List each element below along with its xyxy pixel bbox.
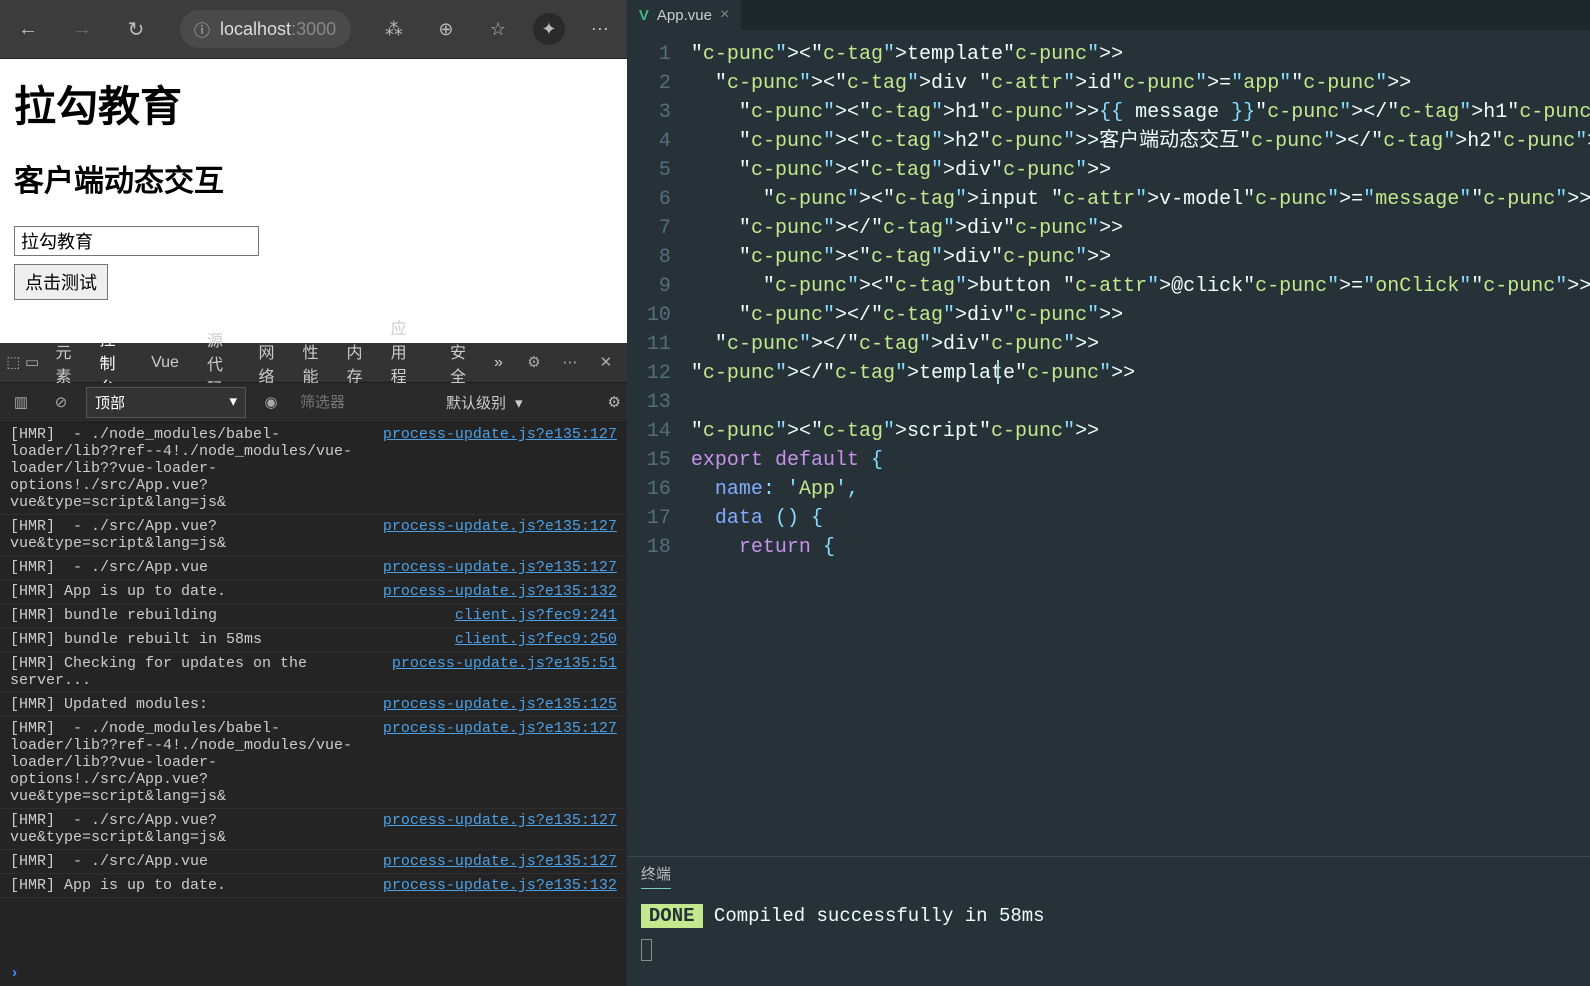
context-select[interactable]: 顶部▾ <box>86 387 246 418</box>
gear-icon[interactable]: ⚙ <box>519 348 549 378</box>
console-message: [HMR] App is up to date. <box>10 583 363 600</box>
console-source-link[interactable]: process-update.js?e135:51 <box>372 655 617 689</box>
kebab-icon[interactable]: ⋯ <box>555 348 585 378</box>
console-message: [HMR] Checking for updates on the server… <box>10 655 372 689</box>
tabs-more[interactable]: » <box>482 346 515 380</box>
sidebar-toggle-icon[interactable]: ▥ <box>6 388 36 418</box>
editor-tab-label: App.vue <box>657 7 712 24</box>
console-row: [HMR] App is up to date.process-update.j… <box>0 874 627 898</box>
console-message: [HMR] bundle rebuilt in 58ms <box>10 631 435 648</box>
back-button[interactable]: ← <box>10 11 46 47</box>
console-source-link[interactable]: client.js?fec9:250 <box>435 631 617 648</box>
console-source-link[interactable]: process-update.js?e135:127 <box>363 426 617 511</box>
console-row: [HMR] - ./node_modules/babel-loader/lib?… <box>0 423 627 515</box>
address-bar[interactable]: ⓘ localhost:3000 <box>180 10 351 48</box>
console-filter-bar: ▥ ⊘ 顶部▾ ◉ 默认级别 ▾ ⚙ <box>0 383 627 423</box>
console-message: [HMR] bundle rebuilding <box>10 607 435 624</box>
zoom-icon[interactable]: ⊕ <box>429 12 463 46</box>
console-row: [HMR] - ./src/App.vue?vue&type=script&la… <box>0 515 627 556</box>
device-icon[interactable]: ▭ <box>25 348 40 378</box>
console-output[interactable]: [HMR] - ./node_modules/babel-loader/lib?… <box>0 423 627 961</box>
vue-icon: V <box>639 7 649 24</box>
console-source-link[interactable]: process-update.js?e135:127 <box>363 518 617 552</box>
devtools-tabs: ⬚ ▭ 元素 控制台 Vue 源代码 网络 性能 内存 应用程序 安全 » ⚙ … <box>0 343 627 383</box>
translate-icon[interactable]: ⁂ <box>377 12 411 46</box>
info-icon[interactable]: ⓘ <box>194 17 210 41</box>
console-settings-icon[interactable]: ⚙ <box>607 393 620 412</box>
page-viewport: 拉勾教育 客户端动态交互 点击测试 <box>0 59 627 343</box>
editor-tab-bar: V App.vue × <box>627 0 1590 30</box>
terminal-panel: 终端 1: npm DONE Compiled successfully in … <box>627 856 1590 986</box>
console-row: [HMR] App is up to date.process-update.j… <box>0 580 627 604</box>
console-source-link[interactable]: process-update.js?e135:132 <box>363 877 617 894</box>
code-editor[interactable]: 123456789101112131415161718 "c-punc"><"c… <box>627 30 1590 856</box>
console-source-link[interactable]: process-update.js?e135:132 <box>363 583 617 600</box>
code-content[interactable]: "c-punc"><"c-tag">template"c-punc">> "c-… <box>683 30 1590 856</box>
console-message: [HMR] - ./src/App.vue?vue&type=script&la… <box>10 812 363 846</box>
favorite-icon[interactable]: ☆ <box>481 12 515 46</box>
devtools-panel: ⬚ ▭ 元素 控制台 Vue 源代码 网络 性能 内存 应用程序 安全 » ⚙ … <box>0 343 627 986</box>
console-row: [HMR] - ./node_modules/babel-loader/lib?… <box>0 717 627 809</box>
more-icon[interactable]: ⋯ <box>583 12 617 46</box>
console-row: [HMR] bundle rebuilt in 58msclient.js?fe… <box>0 628 627 652</box>
terminal-cursor <box>641 939 652 961</box>
console-row: [HMR] - ./src/App.vue?vue&type=script&la… <box>0 809 627 850</box>
close-icon[interactable]: ✕ <box>591 348 621 378</box>
done-badge: DONE <box>641 904 703 928</box>
console-row: [HMR] Updated modules:process-update.js?… <box>0 693 627 717</box>
console-message: [HMR] App is up to date. <box>10 877 363 894</box>
page-heading-2: 客户端动态交互 <box>14 156 613 200</box>
browser-toolbar: ← → ↻ ⓘ localhost:3000 ⁂ ⊕ ☆ ✦ ⋯ <box>0 0 627 59</box>
close-tab-icon[interactable]: × <box>720 6 729 24</box>
editor-cursor <box>997 360 999 384</box>
editor-tab-app-vue[interactable]: V App.vue × <box>627 0 741 30</box>
console-message: [HMR] - ./src/App.vue?vue&type=script&la… <box>10 518 363 552</box>
console-row: [HMR] - ./src/App.vueprocess-update.js?e… <box>0 850 627 874</box>
console-message: [HMR] - ./node_modules/babel-loader/lib?… <box>10 426 363 511</box>
console-row: [HMR] Checking for updates on the server… <box>0 652 627 693</box>
console-message: [HMR] - ./src/App.vue <box>10 853 363 870</box>
console-message: [HMR] - ./src/App.vue <box>10 559 363 576</box>
tab-vue[interactable]: Vue <box>139 346 191 380</box>
inspect-icon[interactable]: ⬚ <box>6 348 21 378</box>
console-row: [HMR] - ./src/App.vueprocess-update.js?e… <box>0 556 627 580</box>
terminal-tab[interactable]: 终端 <box>641 863 671 889</box>
clear-console-icon[interactable]: ⊘ <box>46 388 76 418</box>
level-select[interactable]: 默认级别 ▾ <box>446 392 523 413</box>
test-button[interactable]: 点击测试 <box>14 264 108 300</box>
console-prompt[interactable]: › <box>0 961 627 986</box>
filter-input[interactable] <box>296 390 436 415</box>
console-message: [HMR] Updated modules: <box>10 696 363 713</box>
extension-icon[interactable]: ✦ <box>533 13 565 45</box>
page-heading-1: 拉勾教育 <box>14 73 613 134</box>
console-source-link[interactable]: process-update.js?e135:127 <box>363 559 617 576</box>
refresh-button[interactable]: ↻ <box>118 11 154 47</box>
compile-message: Compiled successfully in 58ms <box>703 905 1045 927</box>
console-source-link[interactable]: client.js?fec9:241 <box>435 607 617 624</box>
forward-button[interactable]: → <box>64 11 100 47</box>
message-input[interactable] <box>14 226 259 256</box>
url-text: localhost:3000 <box>220 19 336 40</box>
console-message: [HMR] - ./node_modules/babel-loader/lib?… <box>10 720 363 805</box>
eye-icon[interactable]: ◉ <box>256 388 286 418</box>
console-source-link[interactable]: process-update.js?e135:127 <box>363 812 617 846</box>
console-source-link[interactable]: process-update.js?e135:125 <box>363 696 617 713</box>
console-source-link[interactable]: process-update.js?e135:127 <box>363 853 617 870</box>
console-source-link[interactable]: process-update.js?e135:127 <box>363 720 617 805</box>
console-row: [HMR] bundle rebuildingclient.js?fec9:24… <box>0 604 627 628</box>
line-gutter: 123456789101112131415161718 <box>627 30 683 856</box>
terminal-output[interactable]: DONE Compiled successfully in 58ms <box>627 895 1590 977</box>
